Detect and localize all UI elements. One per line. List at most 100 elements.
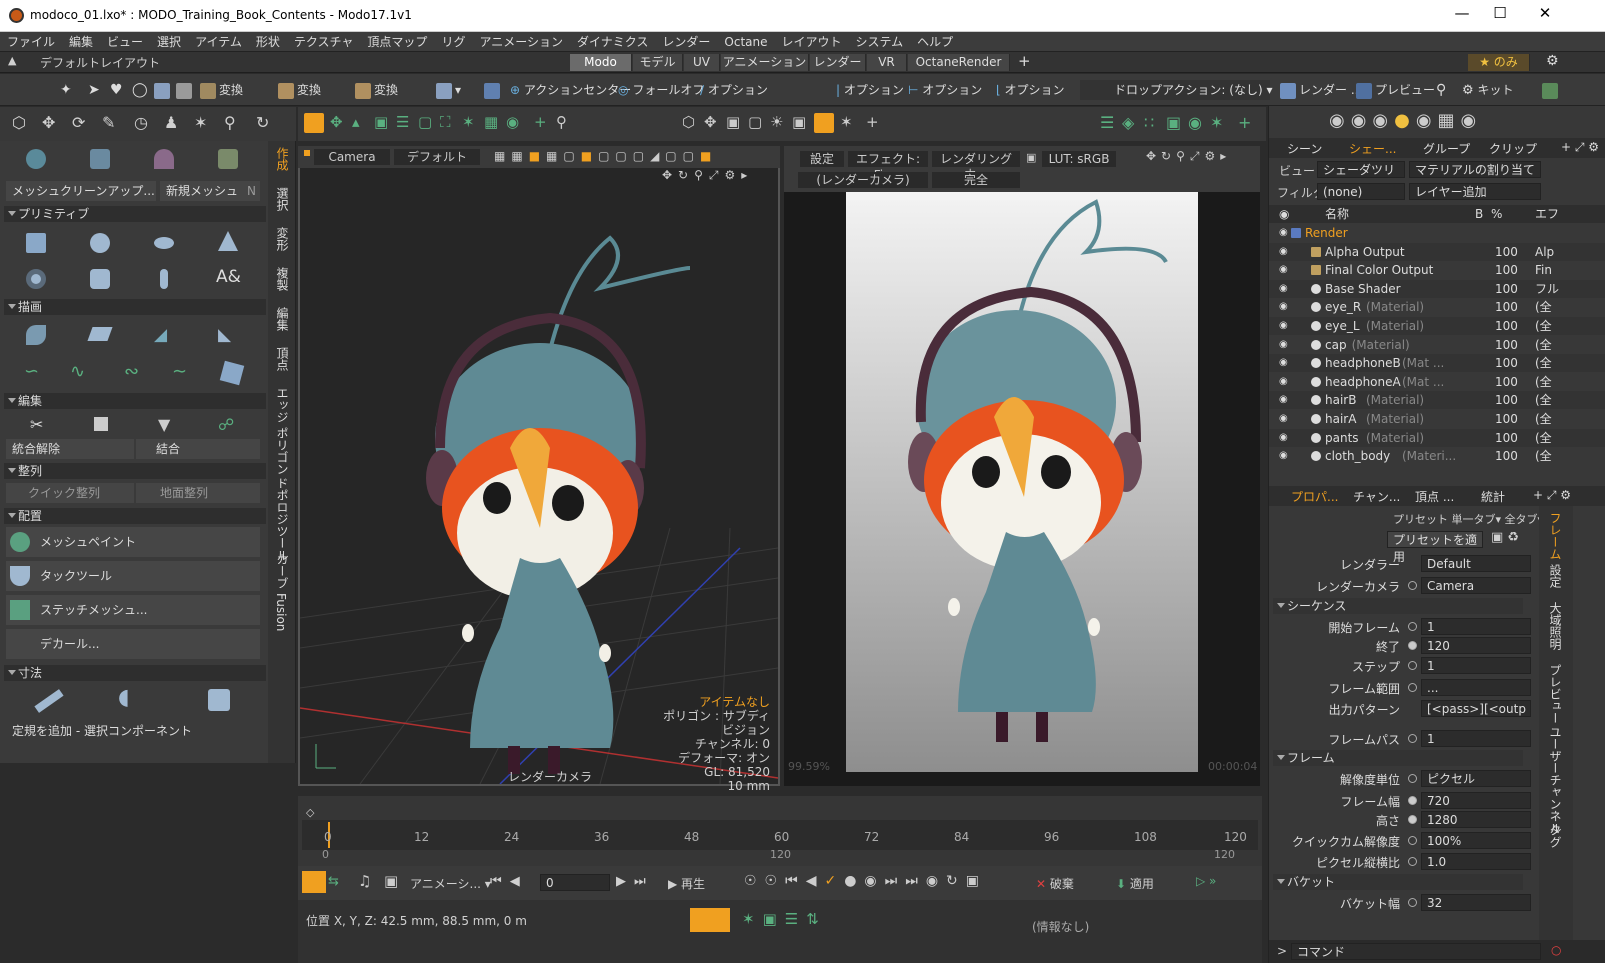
visibility-icon[interactable]: ◉ [1279, 410, 1288, 428]
new-mesh-button[interactable]: 新規メッシュ N [160, 181, 260, 201]
audio-icon[interactable]: ♫ [358, 872, 371, 890]
lut-select[interactable]: LUT: sRGB [1042, 151, 1116, 167]
image-icon[interactable]: ▣ [1166, 113, 1181, 132]
tab-vr[interactable]: VR [867, 54, 907, 71]
side-tab-preview[interactable]: プレビュー [1547, 664, 1564, 724]
resolution-unit-dot[interactable] [1408, 774, 1417, 783]
viewport-nav-icons[interactable]: ✥↻⚲⤢⚙▸ [662, 168, 753, 183]
vtab-curve[interactable]: カーブ [274, 553, 291, 589]
props-add-icon[interactable]: + ⤢ ⚙ [1533, 488, 1571, 503]
side-tab-user-channel[interactable]: ユーザーチャンネル [1547, 726, 1564, 834]
end-frame-dot[interactable] [1408, 641, 1417, 650]
graph-icon[interactable] [302, 871, 326, 893]
tab-statistics[interactable]: 統計 [1481, 488, 1505, 505]
transform-button-2[interactable]: 変換 [278, 80, 321, 100]
visibility-icon[interactable]: ◉ [1279, 243, 1288, 261]
anim-select[interactable]: アニメーシ... ▾ [410, 875, 491, 892]
menu-item[interactable]: アイテム [188, 32, 249, 52]
visibility-icon[interactable]: ◉ [1279, 317, 1288, 335]
grid-tool-icon[interactable]: ▦ [484, 113, 498, 131]
lock-icon[interactable]: ▣ [1026, 151, 1036, 164]
cube-view-icon[interactable]: ⬡ [682, 113, 695, 131]
snap-icon[interactable]: ✶ [194, 113, 207, 132]
table-row[interactable]: ◉ pants (Material) 100 (全 [1269, 428, 1605, 447]
snapshot-view-icon[interactable]: ▣ [792, 113, 806, 131]
vtab-edge[interactable]: エッジ [274, 387, 291, 423]
cut-icon[interactable]: ✂ [30, 415, 43, 434]
render-camera-prop-select[interactable]: Camera [1421, 577, 1531, 594]
move-view-icon[interactable]: ✥ [704, 113, 717, 131]
cube-grey-icon[interactable] [176, 80, 195, 100]
transform-button-3[interactable]: 変換 [355, 80, 398, 100]
crop-view-icon[interactable]: ▣ [726, 113, 740, 131]
visibility-icon[interactable]: ◉ [1279, 447, 1288, 465]
side-tab-settings[interactable]: 設定 [1547, 564, 1564, 588]
visibility-icon[interactable]: ◉ [1279, 373, 1288, 391]
menu-layout[interactable]: レイアウト [775, 32, 849, 52]
zoom-icon[interactable]: ⚲ [224, 113, 236, 132]
frame-view-icon[interactable]: ✶ [840, 113, 853, 131]
layers-icon[interactable]: ◈ [1122, 113, 1134, 132]
disc-icon[interactable] [154, 237, 174, 249]
menu-help[interactable]: ヘルプ [910, 32, 960, 52]
tab-clip[interactable]: クリップ [1489, 140, 1537, 157]
side-tab-frame[interactable]: フレーム [1547, 512, 1564, 560]
stamp-icon[interactable]: ♟ [164, 113, 178, 132]
add-tab-icon[interactable]: + [1018, 52, 1031, 70]
section-dimension[interactable]: 寸法 [4, 665, 266, 681]
status-tool-icons[interactable]: ✶▣☰⇅ [742, 910, 827, 928]
scatter-icon[interactable]: ∷ [1144, 113, 1154, 132]
workplane-icon[interactable]: ▾ [436, 80, 461, 100]
render-effect-select[interactable]: エフェクト: Fin... [848, 151, 928, 182]
sphere-icon[interactable] [90, 233, 110, 253]
layout-menu-icon[interactable]: ▲ [8, 54, 16, 67]
view-select[interactable]: シェーダツリー [1317, 161, 1405, 194]
star-only-button[interactable]: ★ のみ [1468, 54, 1530, 71]
falloff-button[interactable]: ◎ フォールオフ [618, 80, 704, 100]
table-row[interactable]: ◉ cloth_body (Materi... 100 (全 [1269, 447, 1605, 465]
ground-align-button[interactable]: 地面整列 [136, 483, 260, 503]
ruler-icon[interactable] [34, 689, 64, 713]
status-mode-button[interactable] [690, 908, 730, 932]
key-icon[interactable]: ⇆ [328, 874, 339, 889]
bezier-tool-icon[interactable]: ∿ [70, 361, 85, 382]
vtab-duplicate[interactable]: 複製 [274, 267, 291, 291]
action-center-button[interactable]: ⊕ アクションセンター [510, 80, 631, 100]
menu-file[interactable]: ファイル [0, 32, 62, 52]
visibility-icon[interactable]: ◉ [1279, 261, 1288, 279]
add-layer-button[interactable]: レイヤー追加 [1409, 183, 1541, 200]
tab-vertex[interactable]: 頂点 ... [1415, 488, 1454, 505]
polygon-tool-icon[interactable]: ◢ [154, 325, 167, 345]
frame-pass-dot[interactable] [1408, 734, 1417, 743]
render-region-icon[interactable] [814, 113, 834, 133]
table-row[interactable]: ◉ eye_R (Material) 100 (全 [1269, 298, 1605, 316]
visibility-icon[interactable]: ◉ [1279, 224, 1288, 242]
tab-group[interactable]: グループ [1423, 140, 1470, 157]
copy-icon[interactable] [94, 417, 108, 431]
start-frame-dot[interactable] [1408, 622, 1417, 631]
cylinder-icon[interactable] [90, 269, 110, 289]
renderer-select[interactable]: Default [1421, 555, 1531, 572]
curve-tool-icon[interactable]: ∽ [24, 361, 39, 382]
tool-icon-3[interactable] [154, 149, 174, 169]
render-quality-select[interactable]: 完全 [932, 172, 1020, 188]
stitch-mesh-button[interactable]: ステッチメッシュ... [6, 595, 260, 625]
discard-button[interactable]: ✕ 破棄 [1036, 875, 1074, 892]
preview-button[interactable]: プレビュー [1356, 80, 1435, 100]
option-button-2[interactable]: | オプション [836, 80, 904, 100]
save-icon[interactable]: ▣ ♻ [1491, 530, 1519, 545]
pointer-icon[interactable]: ➤ [88, 80, 100, 100]
transform-button-1[interactable]: 変換 [200, 80, 243, 100]
preview-nav-icons[interactable]: ✥↻⚲⤢⚙▸ [1146, 149, 1231, 164]
side-tab-gi[interactable]: 大域照明 [1547, 602, 1564, 650]
clock-icon[interactable]: ◷ [134, 113, 148, 132]
menu-view[interactable]: ビュー [100, 32, 150, 52]
rotate-icon[interactable]: ⟳ [72, 113, 85, 132]
section-draw[interactable]: 描画 [4, 299, 266, 315]
menu-render[interactable]: レンダー [655, 32, 717, 52]
tab-shader[interactable]: シェー... [1349, 140, 1396, 157]
minimize-button[interactable]: — [1442, 4, 1482, 26]
render-button[interactable]: レンダー ... [1280, 80, 1362, 100]
torus-icon[interactable] [26, 269, 46, 289]
move-tool-icon[interactable]: ✥ [330, 113, 343, 131]
